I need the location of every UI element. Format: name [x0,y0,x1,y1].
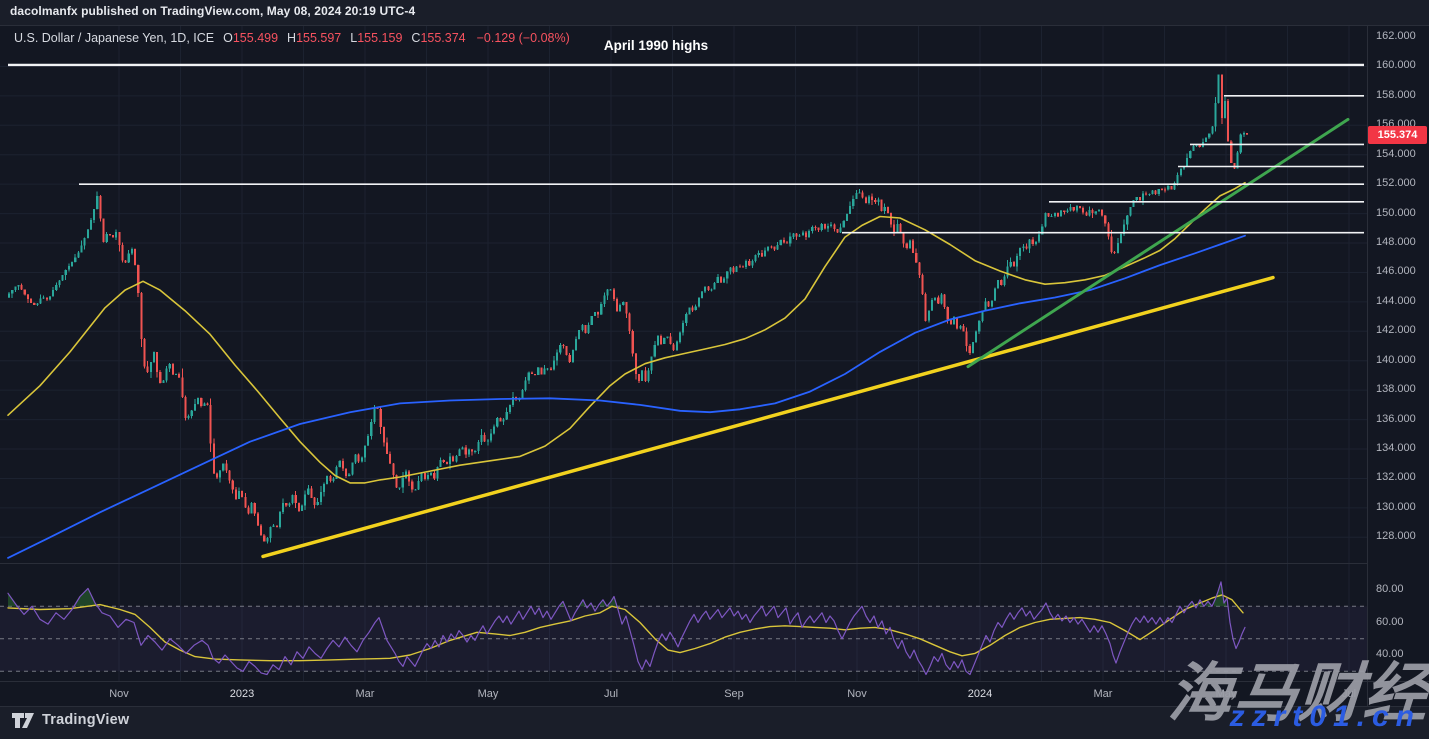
price-axis-tick: 142.000 [1376,324,1416,336]
publisher-line: dacolmanfx published on TradingView.com,… [10,4,415,18]
tradingview-logo[interactable]: TradingView [12,712,129,728]
time-axis-tick: 2024 [968,688,992,700]
watermark-url: zzrt01.cn [1230,700,1421,734]
price-axis-tick: 152.000 [1376,177,1416,189]
price-axis-tick: 154.000 [1376,148,1416,160]
last-price-label: 155.374 [1368,126,1427,144]
price-chart[interactable] [0,0,1429,739]
time-axis-tick: Sep [724,688,744,700]
time-axis-tick: Mar [356,688,375,700]
price-axis-tick: 162.000 [1376,30,1416,42]
time-axis-tick: 2023 [230,688,254,700]
tradingview-logo-text: TradingView [42,712,129,728]
price-axis-tick: 128.000 [1376,530,1416,542]
ohlc-low: L155.159 [350,31,402,45]
ohlc-high: H155.597 [287,31,341,45]
ohlc-close: C155.374 [411,31,465,45]
time-axis-tick: Nov [109,688,129,700]
price-axis-tick: 130.000 [1376,501,1416,513]
rsi-axis-tick: 80.00 [1376,583,1404,595]
change-value: −0.129 (−0.08%) [477,31,570,45]
time-axis-tick: Jul [604,688,618,700]
rsi-axis-tick: 60.00 [1376,616,1404,628]
symbol-legend[interactable]: U.S. Dollar / Japanese Yen, 1D, ICE O155… [14,31,570,45]
price-axis-tick: 138.000 [1376,383,1416,395]
price-axis-tick: 148.000 [1376,236,1416,248]
price-axis-tick: 136.000 [1376,413,1416,425]
symbol-title: U.S. Dollar / Japanese Yen, 1D, ICE [14,31,214,45]
price-axis-tick: 160.000 [1376,59,1416,71]
time-axis-tick: May [478,688,499,700]
time-axis-tick: Mar [1094,688,1113,700]
tradingview-logo-icon [12,713,35,728]
price-axis-tick: 140.000 [1376,354,1416,366]
price-axis-tick: 146.000 [1376,265,1416,277]
chart-annotation-april-1990-highs[interactable]: April 1990 highs [566,38,746,53]
ohlc-open: O155.499 [223,31,278,45]
price-axis-tick: 132.000 [1376,471,1416,483]
price-axis-tick: 134.000 [1376,442,1416,454]
price-axis-tick: 158.000 [1376,89,1416,101]
price-axis-tick: 144.000 [1376,295,1416,307]
price-axis-tick: 150.000 [1376,207,1416,219]
time-axis-tick: Nov [847,688,867,700]
